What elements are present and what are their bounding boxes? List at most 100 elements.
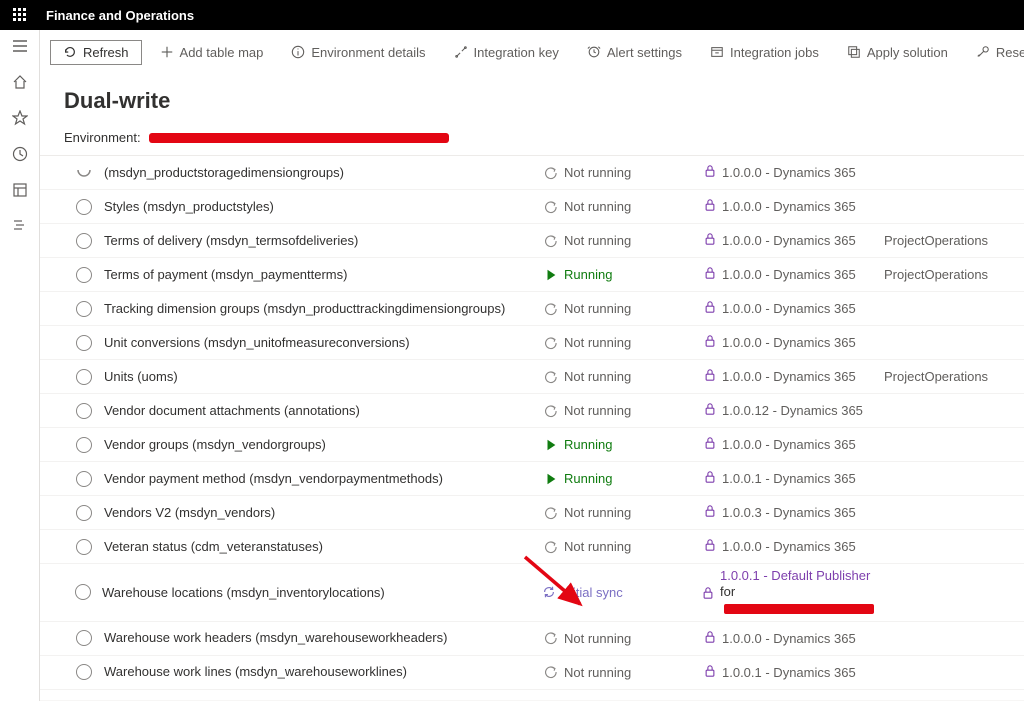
table-maps-grid: (msdyn_productstoragedimensiongroups)Not… bbox=[40, 155, 1024, 701]
row-publisher: 1.0.0.3 - Dynamics 365 bbox=[704, 504, 874, 521]
row-status: Running bbox=[544, 471, 704, 486]
alert-settings-label: Alert settings bbox=[607, 45, 682, 60]
row-name: Warehouse work lines (msdyn_warehousewor… bbox=[104, 663, 544, 681]
table-row[interactable]: Warehouse locations (msdyn_inventoryloca… bbox=[40, 564, 1024, 622]
add-table-map-button[interactable]: Add table map bbox=[150, 41, 274, 64]
row-publisher: 1.0.0.0 - Dynamics 365 bbox=[704, 164, 874, 181]
row-publisher-label: 1.0.0.0 - Dynamics 365 bbox=[722, 301, 856, 316]
row-selector[interactable] bbox=[64, 199, 104, 215]
row-selector[interactable] bbox=[64, 335, 104, 351]
lock-icon bbox=[704, 300, 716, 317]
row-name: Terms of delivery (msdyn_termsofdeliveri… bbox=[104, 232, 544, 250]
app-launcher-icon[interactable] bbox=[0, 0, 40, 30]
row-selector[interactable] bbox=[64, 369, 104, 385]
row-status-label: Initial sync bbox=[562, 585, 623, 600]
recent-icon[interactable] bbox=[10, 144, 30, 164]
row-publisher-label: 1.0.0.0 - Dynamics 365 bbox=[722, 267, 856, 282]
app-title: Finance and Operations bbox=[40, 8, 194, 23]
row-name: Vendor payment method (msdyn_vendorpayme… bbox=[104, 470, 544, 488]
row-name: Vendors V2 (msdyn_vendors) bbox=[104, 504, 544, 522]
add-table-map-label: Add table map bbox=[180, 45, 264, 60]
row-publisher: 1.0.0.12 - Dynamics 365 bbox=[704, 402, 874, 419]
row-selector[interactable] bbox=[64, 584, 102, 600]
lock-icon bbox=[704, 402, 716, 419]
lock-icon bbox=[704, 266, 716, 283]
lock-icon bbox=[704, 368, 716, 385]
table-row[interactable]: Vendors V2 (msdyn_vendors)Not running 1.0… bbox=[40, 496, 1024, 530]
environment-row: Environment: bbox=[40, 120, 1024, 155]
row-status-label: Running bbox=[564, 471, 612, 486]
reset-link-button[interactable]: Reset li bbox=[966, 41, 1024, 64]
row-publisher-label: 1.0.0.0 - Dynamics 365 bbox=[722, 199, 856, 214]
row-name: Warehouse work headers (msdyn_warehousew… bbox=[104, 629, 544, 647]
table-row[interactable]: Unit conversions (msdyn_unitofmeasurecon… bbox=[40, 326, 1024, 360]
table-row[interactable]: Warehouse work headers (msdyn_warehousew… bbox=[40, 622, 1024, 656]
modules-icon[interactable] bbox=[10, 216, 30, 236]
row-selector[interactable] bbox=[64, 539, 104, 555]
row-status: Not running bbox=[544, 631, 704, 646]
reset-link-label: Reset li bbox=[996, 45, 1024, 60]
integration-jobs-button[interactable]: Integration jobs bbox=[700, 41, 829, 64]
lock-icon bbox=[704, 436, 716, 453]
table-row[interactable]: Veteran status (cdm_veteranstatuses)Not … bbox=[40, 530, 1024, 564]
table-row[interactable]: Tracking dimension groups (msdyn_product… bbox=[40, 292, 1024, 326]
workspaces-icon[interactable] bbox=[10, 180, 30, 200]
row-status: Not running bbox=[544, 301, 704, 316]
integration-key-button[interactable]: Integration key bbox=[444, 41, 569, 64]
row-publisher: 1.0.0.0 - Dynamics 365 bbox=[704, 300, 874, 317]
row-selector[interactable] bbox=[64, 471, 104, 487]
row-publisher-label: 1.0.0.0 - Dynamics 365 bbox=[722, 631, 856, 646]
table-row[interactable]: Vendor payment method (msdyn_vendorpayme… bbox=[40, 462, 1024, 496]
row-status-label: Not running bbox=[564, 665, 631, 680]
table-row[interactable]: Warehouse work lines (msdyn_warehousewor… bbox=[40, 656, 1024, 690]
row-selector[interactable] bbox=[64, 664, 104, 680]
table-row[interactable]: (msdyn_productstoragedimensiongroups)Not… bbox=[40, 156, 1024, 190]
row-selector[interactable] bbox=[64, 267, 104, 283]
lock-icon bbox=[704, 470, 716, 487]
row-selector[interactable] bbox=[64, 233, 104, 249]
table-row[interactable]: Terms of payment (msdyn_paymentterms)Run… bbox=[40, 258, 1024, 292]
table-row[interactable]: Vendor groups (msdyn_vendorgroups)Runnin… bbox=[40, 428, 1024, 462]
row-publisher-label: 1.0.0.12 - Dynamics 365 bbox=[722, 403, 863, 418]
row-status-label: Not running bbox=[564, 301, 631, 316]
table-row[interactable]: Vendor document attachments (annotations… bbox=[40, 394, 1024, 428]
row-name: Unit conversions (msdyn_unitofmeasurecon… bbox=[104, 334, 544, 352]
row-publisher: 1.0.0.0 - Dynamics 365 bbox=[704, 436, 874, 453]
row-name: (msdyn_productstoragedimensiongroups) bbox=[104, 164, 544, 182]
alert-settings-button[interactable]: Alert settings bbox=[577, 41, 692, 64]
row-publisher: 1.0.0.0 - Dynamics 365 bbox=[704, 368, 874, 385]
row-status: Not running bbox=[544, 165, 704, 180]
row-name: Styles (msdyn_productstyles) bbox=[104, 198, 544, 216]
row-status-label: Not running bbox=[564, 199, 631, 214]
row-name: Tracking dimension groups (msdyn_product… bbox=[104, 300, 544, 318]
row-selector[interactable] bbox=[64, 403, 104, 419]
hamburger-icon[interactable] bbox=[10, 36, 30, 56]
home-icon[interactable] bbox=[10, 72, 30, 92]
row-publisher-label: 1.0.0.1 - Dynamics 365 bbox=[722, 665, 856, 680]
row-publisher-label: 1.0.0.0 - Dynamics 365 bbox=[722, 437, 856, 452]
integration-jobs-label: Integration jobs bbox=[730, 45, 819, 60]
row-status-label: Not running bbox=[564, 369, 631, 384]
row-status: Not running bbox=[544, 233, 704, 248]
row-status: Not running bbox=[544, 505, 704, 520]
table-row[interactable]: Styles (msdyn_productstyles) Not running 1… bbox=[40, 190, 1024, 224]
row-selector[interactable] bbox=[64, 505, 104, 521]
row-status: Running bbox=[544, 437, 704, 452]
environment-label: Environment: bbox=[64, 130, 141, 145]
environment-details-button[interactable]: Environment details bbox=[281, 41, 435, 64]
table-row[interactable]: Terms of delivery (msdyn_termsofdeliveri… bbox=[40, 224, 1024, 258]
row-selector[interactable] bbox=[64, 437, 104, 453]
refresh-button[interactable]: Refresh bbox=[50, 40, 142, 65]
row-selector[interactable] bbox=[64, 165, 104, 181]
row-publisher: 1.0.0.0 - Dynamics 365 bbox=[704, 232, 874, 249]
row-selector[interactable] bbox=[64, 301, 104, 317]
row-status-label: Not running bbox=[564, 631, 631, 646]
command-bar: Refresh Add table map Environment detail… bbox=[40, 30, 1024, 74]
apply-solution-button[interactable]: Apply solution bbox=[837, 41, 958, 64]
lock-icon bbox=[704, 630, 716, 647]
lock-icon bbox=[704, 538, 716, 555]
table-row[interactable]: Units (uoms)Not running1.0.0.0 - Dynamic… bbox=[40, 360, 1024, 394]
star-icon[interactable] bbox=[10, 108, 30, 128]
row-publisher-label: 1.0.0.3 - Dynamics 365 bbox=[722, 505, 856, 520]
row-selector[interactable] bbox=[64, 630, 104, 646]
